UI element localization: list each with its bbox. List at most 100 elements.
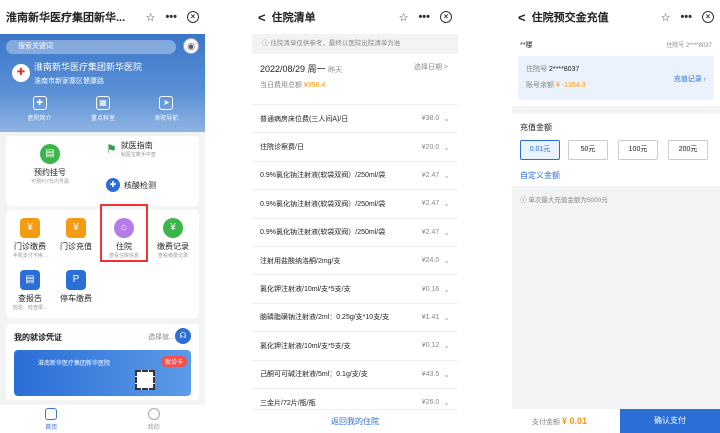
bill-row[interactable]: 己酮可可碱注射液/5ml：0.1g/支/支 ¥43.5 ⌄ (252, 359, 458, 388)
quick-link-dept[interactable]: ▦ 重点科室 (91, 96, 115, 128)
close-icon[interactable]: × (187, 11, 199, 23)
back-icon[interactable]: < (258, 10, 266, 25)
account-card: 住院号 2****8037 账号余额 ¥ -1354.3 充值记录 › (518, 56, 714, 100)
chevron-down-icon: ⌄ (443, 114, 450, 124)
quick-links: ✚ 医院简介 ▦ 重点科室 ➤ 来院导航 (8, 96, 198, 128)
report-icon: ▤ (20, 270, 40, 290)
amount-title: 充值金额 (520, 123, 552, 132)
page-title: 住院预交金充值 (531, 12, 609, 24)
date-row: 2022/08/29 周一 昨天 选择日期 > (260, 62, 448, 75)
amount-section: 充值金额 0.01元 50元 100元 200元 自定义金额 (512, 114, 720, 186)
tab-home[interactable]: 首页 (0, 405, 103, 433)
bill-row[interactable]: 住院诊察费/日 ¥20.0 ⌄ (252, 132, 458, 160)
bill-item-name: 三金片/72片/瓶/瓶 (260, 399, 316, 407)
signpost-icon: ⚑ (106, 142, 117, 156)
guide-tile[interactable]: ⚑ 就医指南 就医宝典手中查 (106, 140, 186, 158)
daily-total: 当日费用总额 ¥396.4 (260, 82, 326, 89)
bill-list: 普通病房床位费(三人间A)/日 ¥38.0 ⌄ 住院诊察费/日 ¥20.0 ⌄ 0.9%氯化… (252, 104, 458, 416)
op-pay-tile[interactable]: ¥ 门诊缴费 手机支付不排... (8, 218, 52, 259)
search-input[interactable]: 搜索关键词 (6, 40, 176, 54)
chevron-down-icon: ⌄ (443, 341, 450, 351)
confirm-pay-button[interactable]: 确认支付 (620, 409, 720, 433)
appointment-tile[interactable]: ▤ 预约挂号 可预约7日内号源 (20, 144, 80, 185)
amount-option-100[interactable]: 100元 (618, 140, 658, 160)
service-card-top: ▤ 预约挂号 可预约7日内号源 ⚑ 就医指南 就医宝典手中查 ✚ 核酸检测 (6, 136, 199, 206)
user-icon (147, 408, 160, 420)
amount-option-50[interactable]: 50元 (568, 140, 608, 160)
patient-section: **楼 住院号 2****8037 住院号 2****8037 账号余额 ¥ -… (512, 34, 720, 106)
bill-item-price: ¥26.0 (421, 399, 440, 407)
star-icon[interactable]: ☆ (146, 11, 156, 24)
more-icon[interactable]: ••• (680, 11, 692, 23)
headset-icon[interactable]: ☊ (175, 328, 191, 344)
home-icon (45, 408, 58, 420)
bill-row[interactable]: 0.9%氯化钠注射液(软袋双阀）/250ml/袋 ¥2.47 ⌄ (252, 189, 458, 217)
top-bar: < 住院预交金充值 ☆ ••• × (512, 0, 720, 34)
bill-item-price: ¥20.0 (421, 143, 440, 151)
hospital-address: 淮南市新家寨区健康路 (34, 78, 104, 85)
page-title: 淮南新华医疗集团新华... (6, 12, 126, 24)
bill-item-name: 普通病房床位费(三人间A)/日 (260, 115, 349, 123)
avatar[interactable]: ◉ (183, 38, 199, 54)
bill-item-name: 住院诊察费/日 (260, 144, 304, 152)
pay-amount-value: ¥ 0.01 (561, 416, 587, 426)
home-screen: 淮南新华医疗集团新华... ☆ ••• × 搜索关键词 ◉ ✚ 淮南新华医疗集团… (0, 0, 205, 433)
custom-amount-link[interactable]: 自定义金额 (520, 170, 560, 181)
bill-row[interactable]: 氯化钾注射液/10ml/支*5支/支 ¥0.12 ⌄ (252, 331, 458, 359)
close-icon[interactable]: × (440, 11, 452, 23)
amount-option-200[interactable]: 200元 (668, 140, 708, 160)
star-icon[interactable]: ☆ (399, 11, 409, 24)
nat-tile[interactable]: ✚ 核酸检测 (106, 178, 186, 192)
more-icon[interactable]: ••• (418, 11, 430, 23)
bill-row[interactable]: 氯化钾注射液/10ml/支*5支/支 ¥0.16 ⌄ (252, 274, 458, 302)
inpatient-bill-screen: < 住院清单 ☆ ••• × ⓘ 住院清单仅供参考，最终以医院出院清单为准 20… (252, 0, 458, 433)
top-bar: 淮南新华医疗集团新华... ☆ ••• × (0, 0, 205, 34)
bill-row[interactable]: 0.9%氯化钠注射液(软袋双阀）/250ml/袋 ¥2.47 ⌄ (252, 217, 458, 246)
recharge-record-link[interactable]: 充值记录 › (674, 74, 706, 84)
close-icon[interactable]: × (702, 11, 714, 23)
bill-row[interactable]: 普通病房床位费(三人间A)/日 ¥38.0 ⌄ (252, 104, 458, 132)
chevron-down-icon: ⌄ (443, 369, 450, 379)
voucher-select[interactable]: 选择就... (148, 332, 175, 342)
parking-tile[interactable]: P 停车缴费 (54, 270, 98, 304)
chevron-down-icon: ⌄ (443, 398, 450, 408)
quick-link-nav[interactable]: ➤ 来院导航 (154, 96, 178, 128)
more-icon[interactable]: ••• (165, 11, 177, 23)
bill-item-name: 0.9%氯化钠注射液(软袋双阀）/250ml/袋 (260, 200, 386, 208)
op-charge-tile[interactable]: ¥ 门诊充值 (54, 218, 98, 252)
bill-row[interactable]: 0.9%氯化钠注射液(软袋双阀）/250ml/袋 ¥2.47 ⌄ (252, 160, 458, 189)
bill-date-relative: 昨天 (328, 67, 343, 74)
test-tube-icon: ✚ (106, 178, 120, 192)
bill-row[interactable]: 注射用盐酸纳洛酮/2mg/支 ¥24.0 ⌄ (252, 245, 458, 274)
bill-item-name: 氯化钾注射液/10ml/支*5支/支 (260, 286, 351, 294)
amount-option-0[interactable]: 0.01元 (520, 140, 560, 160)
grid-icon: ▦ (95, 96, 110, 110)
hosp-no-value: 2****8037 (548, 66, 580, 73)
voucher-card: 我的就诊凭证 选择就... ☊ 淮南新华医疗集团新华医院 就诊卡 (6, 324, 199, 400)
bill-date: 2022/08/29 周一 (260, 64, 326, 74)
calendar-icon: ▤ (40, 144, 60, 164)
quick-link-intro[interactable]: ✚ 医院简介 (28, 96, 52, 128)
voucher-title: 我的就诊凭证 (14, 333, 62, 342)
select-date-button[interactable]: 选择日期 > (414, 62, 448, 72)
return-button[interactable]: 返回我的住院 (252, 409, 458, 433)
bill-item-name: 脑磷脂磺钠注射液/2ml：0.25g/支*10支/支 (260, 314, 390, 322)
top-bar: < 住院清单 ☆ ••• × (252, 0, 458, 34)
bill-item-name: 己酮可可碱注射液/5ml：0.1g/支/支 (260, 371, 368, 379)
medical-card[interactable]: 淮南新华医疗集团新华医院 就诊卡 (14, 350, 191, 396)
report-tile[interactable]: ▤ 查报告 检验、检查报... (8, 270, 52, 311)
chevron-down-icon: ⌄ (443, 142, 450, 152)
bill-item-price: ¥38.0 (421, 115, 440, 123)
tab-me[interactable]: 我的 (103, 405, 206, 433)
back-icon[interactable]: < (518, 10, 526, 25)
chevron-down-icon: ⌄ (443, 284, 450, 294)
bill-row[interactable]: 脑磷脂磺钠注射液/2ml：0.25g/支*10支/支 ¥1.41 ⌄ (252, 302, 458, 331)
bill-item-name: 0.9%氯化钠注射液(软袋双阀）/250ml/袋 (260, 229, 386, 237)
receipt-icon: ¥ (163, 218, 183, 238)
chevron-down-icon: ⌄ (443, 170, 450, 180)
bill-item-price: ¥43.5 (421, 370, 440, 378)
star-icon[interactable]: ☆ (661, 11, 671, 24)
bill-item-price: ¥1.41 (421, 313, 440, 321)
pay-record-tile[interactable]: ¥ 缴费记录 查看缴费记录 (150, 218, 196, 259)
chevron-down-icon: ⌄ (443, 227, 450, 237)
